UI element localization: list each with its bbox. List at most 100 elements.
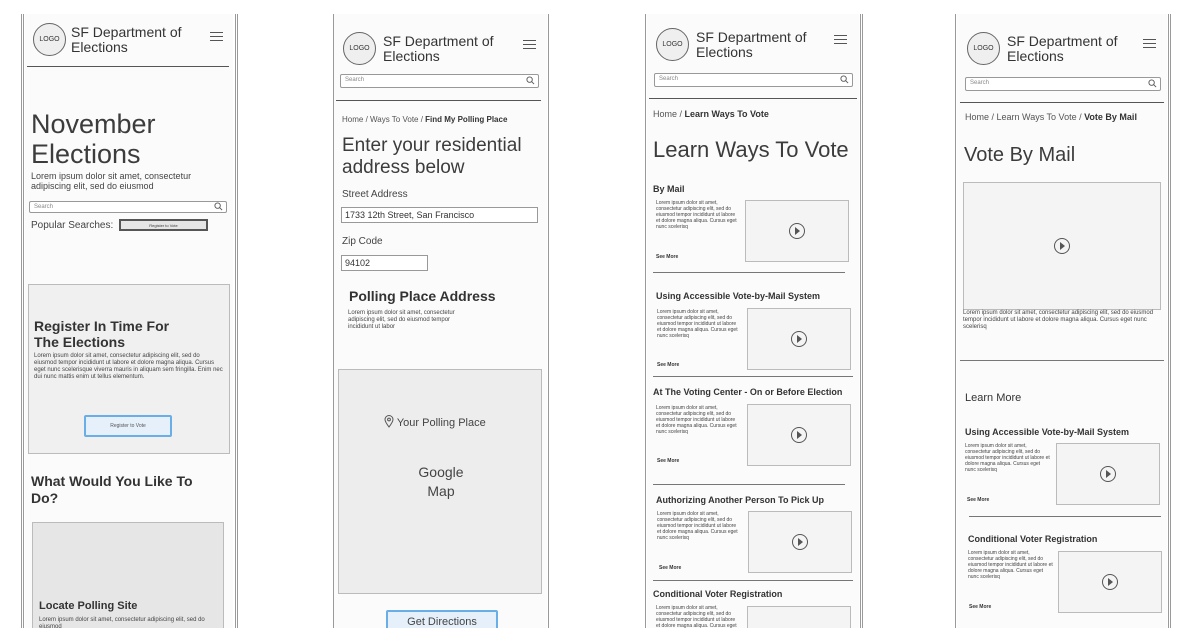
breadcrumb: Home / Ways To Vote / Find My Polling Pl… bbox=[342, 115, 508, 124]
section-body: Lorem ipsum dolor sit amet, consectetur … bbox=[657, 511, 738, 541]
section-body: Lorem ipsum dolor sit amet, consectetur … bbox=[656, 605, 737, 628]
breadcrumb-home[interactable]: Home bbox=[965, 112, 989, 122]
menu-icon[interactable] bbox=[523, 40, 536, 49]
menu-icon[interactable] bbox=[1143, 39, 1156, 48]
section-body: Lorem ipsum dolor sit amet, consectetur … bbox=[656, 200, 737, 230]
popular-search-chip[interactable]: Register to Vote bbox=[119, 219, 208, 231]
map-pin-label: Your Polling Place bbox=[396, 417, 486, 429]
video-player[interactable] bbox=[1056, 443, 1160, 505]
menu-icon[interactable] bbox=[210, 32, 223, 41]
popular-searches-label: Popular Searches: bbox=[31, 220, 114, 231]
see-more-link[interactable]: See More bbox=[659, 565, 681, 571]
search-placeholder: Search bbox=[34, 204, 54, 210]
breadcrumb-current: Vote By Mail bbox=[1084, 112, 1137, 122]
logo[interactable]: LOGO bbox=[33, 23, 66, 56]
section-body: Lorem ipsum dolor sit amet, consectetur … bbox=[657, 309, 738, 339]
page-title: November Elections bbox=[31, 109, 156, 169]
see-more-link[interactable]: See More bbox=[969, 604, 991, 610]
search-input[interactable]: Search bbox=[340, 74, 539, 88]
video-player[interactable] bbox=[747, 308, 851, 370]
search-icon[interactable] bbox=[214, 202, 223, 211]
site-title-line2: Elections bbox=[71, 39, 128, 55]
map-text-line1: Google bbox=[418, 464, 464, 480]
page-title: Vote By Mail bbox=[964, 144, 1076, 166]
search-input[interactable]: Search bbox=[965, 77, 1161, 91]
section-body: Lorem ipsum dolor sit amet, consectetur … bbox=[965, 443, 1050, 473]
search-input[interactable]: Search bbox=[654, 73, 853, 87]
video-player[interactable] bbox=[747, 606, 851, 628]
polling-place-address-body: Lorem ipsum dolor sit amet, consectetur … bbox=[348, 310, 455, 330]
breadcrumb-home[interactable]: Home bbox=[653, 109, 677, 119]
breadcrumb-current: Find My Polling Place bbox=[425, 115, 508, 124]
site-title-line2: Elections bbox=[383, 48, 440, 64]
video-player[interactable] bbox=[747, 404, 851, 466]
search-icon[interactable] bbox=[1148, 79, 1157, 88]
breadcrumb-learn-ways[interactable]: Learn Ways To Vote bbox=[997, 112, 1077, 122]
menu-icon[interactable] bbox=[834, 35, 847, 44]
site-title[interactable]: SF Department of Elections bbox=[383, 34, 494, 64]
breadcrumb-home[interactable]: Home bbox=[342, 115, 363, 124]
header-divider bbox=[960, 102, 1164, 103]
search-icon[interactable] bbox=[840, 75, 849, 84]
see-more-link[interactable]: See More bbox=[657, 362, 679, 368]
page-title: Learn Ways To Vote bbox=[653, 137, 849, 162]
search-placeholder: Search bbox=[659, 76, 679, 82]
play-icon[interactable] bbox=[1054, 238, 1070, 254]
video-player[interactable] bbox=[745, 200, 849, 262]
site-title[interactable]: SF Department of Elections bbox=[696, 30, 807, 60]
play-icon[interactable] bbox=[791, 427, 807, 443]
get-directions-button[interactable]: Get Directions bbox=[386, 610, 498, 628]
street-address-input[interactable]: 1733 12th Street, San Francisco bbox=[341, 207, 538, 223]
header-divider bbox=[336, 100, 541, 101]
search-input[interactable]: Search bbox=[29, 201, 227, 213]
screen-find-polling-place: LOGO SF Department of Elections Search H… bbox=[334, 14, 547, 628]
locate-polling-title: Locate Polling Site bbox=[39, 600, 138, 612]
search-icon[interactable] bbox=[526, 76, 535, 85]
breadcrumb: Home / Learn Ways To Vote / Vote By Mail bbox=[965, 112, 1137, 122]
video-player[interactable] bbox=[748, 511, 852, 573]
play-icon[interactable] bbox=[791, 331, 807, 347]
locate-polling-card[interactable]: Locate Polling Site Lorem ipsum dolor si… bbox=[32, 522, 224, 628]
breadcrumb-current: Learn Ways To Vote bbox=[684, 109, 769, 119]
logo[interactable]: LOGO bbox=[967, 32, 1000, 65]
section-title: By Mail bbox=[653, 184, 685, 194]
see-more-link[interactable]: See More bbox=[657, 458, 679, 464]
logo[interactable]: LOGO bbox=[656, 28, 689, 61]
section-body: Lorem ipsum dolor sit amet, consectetur … bbox=[656, 405, 737, 435]
see-more-link[interactable]: See More bbox=[967, 497, 989, 503]
screen-learn-ways-to-vote: LOGO SF Department of Elections Search H… bbox=[647, 14, 859, 628]
section-title: At The Voting Center - On or Before Elec… bbox=[653, 387, 843, 397]
logo[interactable]: LOGO bbox=[343, 32, 376, 65]
breadcrumb-ways-to-vote[interactable]: Ways To Vote bbox=[370, 115, 418, 124]
site-title[interactable]: SF Department of Elections bbox=[71, 25, 182, 55]
page-title-line2: Elections bbox=[31, 139, 141, 169]
site-title[interactable]: SF Department of Elections bbox=[1007, 34, 1118, 64]
section-divider bbox=[653, 376, 853, 377]
zip-code-input[interactable]: 94102 bbox=[341, 255, 428, 271]
google-map[interactable]: Your Polling Place Google Map bbox=[338, 369, 542, 594]
site-title-line1: SF Department of bbox=[71, 24, 182, 40]
site-title-line1: SF Department of bbox=[696, 29, 807, 45]
what-heading-line2: Do? bbox=[31, 490, 59, 506]
video-player[interactable] bbox=[1058, 551, 1162, 613]
site-title-line1: SF Department of bbox=[1007, 33, 1118, 49]
section-title: Conditional Voter Registration bbox=[653, 589, 783, 599]
header-divider bbox=[27, 66, 229, 67]
play-icon[interactable] bbox=[1100, 466, 1116, 482]
see-more-link[interactable]: See More bbox=[656, 254, 678, 260]
play-icon[interactable] bbox=[789, 223, 805, 239]
section-title: Using Accessible Vote-by-Mail System bbox=[965, 427, 1130, 437]
register-card: Register In Time For The Elections Lorem… bbox=[28, 284, 230, 454]
play-icon[interactable] bbox=[792, 534, 808, 550]
section-body: Lorem ipsum dolor sit amet, consectetur … bbox=[968, 550, 1053, 580]
register-card-title-line2: The Elections bbox=[34, 334, 126, 350]
video-player[interactable] bbox=[963, 182, 1161, 310]
page-title-line2: address below bbox=[342, 157, 465, 178]
section-divider bbox=[960, 360, 1164, 361]
register-to-vote-button[interactable]: Register to Vote bbox=[84, 415, 172, 437]
play-icon[interactable] bbox=[1102, 574, 1118, 590]
site-title-line1: SF Department of bbox=[383, 33, 494, 49]
register-card-title: Register In Time For The Elections bbox=[34, 318, 169, 350]
register-card-title-line1: Register In Time For bbox=[34, 318, 170, 334]
section-divider bbox=[969, 516, 1161, 517]
